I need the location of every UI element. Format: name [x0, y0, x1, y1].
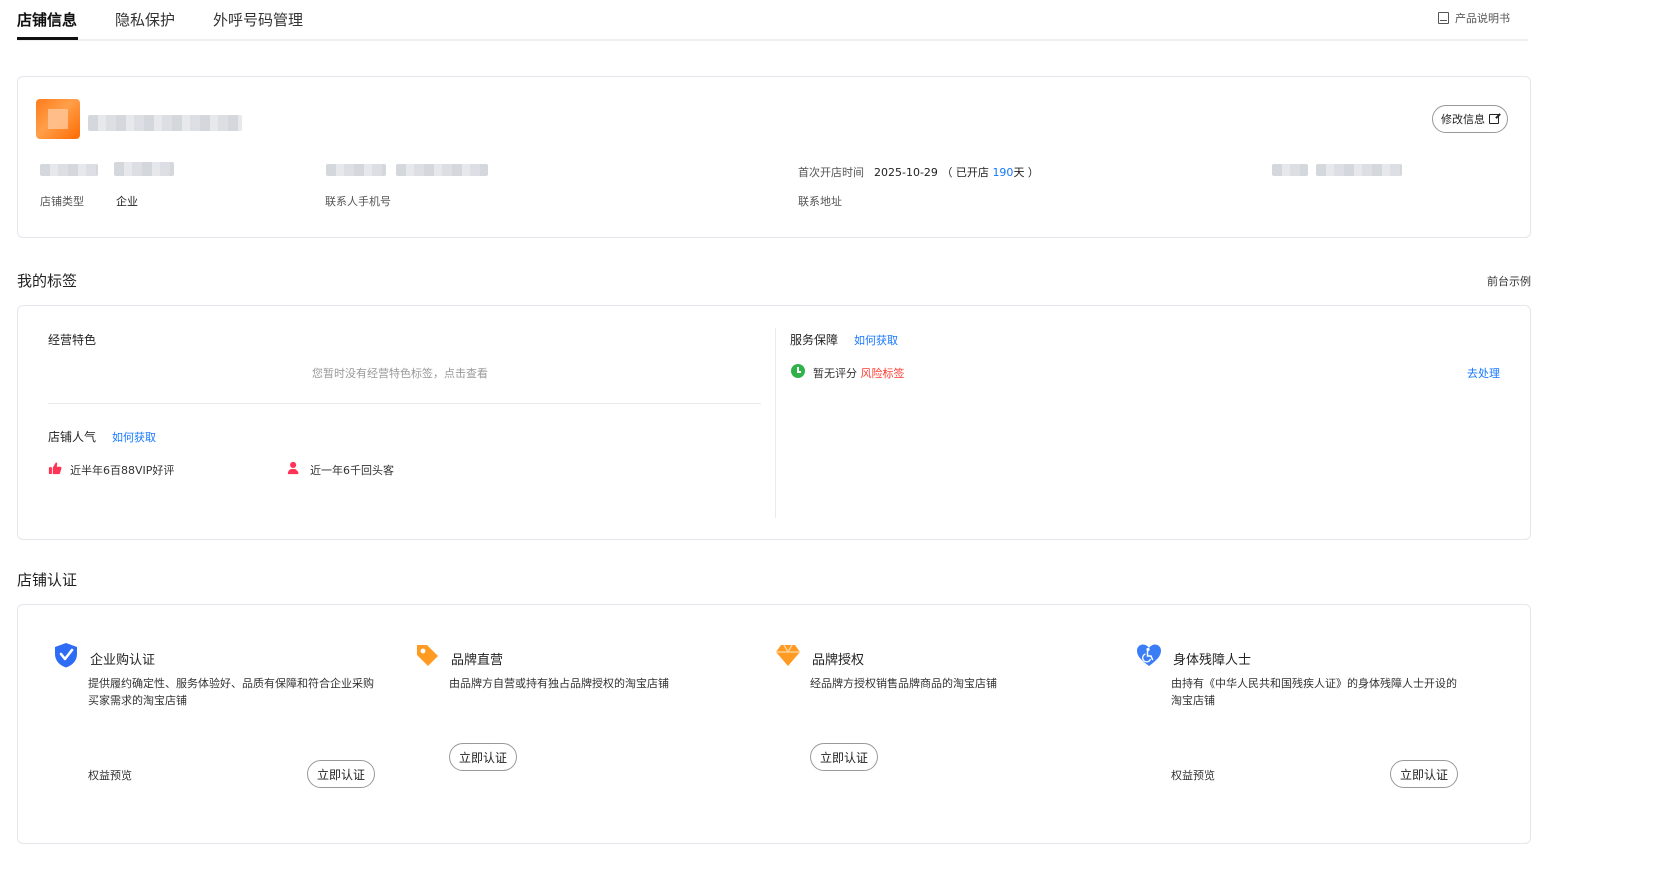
popularity-item: 近半年6百88VIP好评	[70, 464, 175, 477]
first-open-date-value: 2025-10-29	[874, 166, 938, 179]
cert-disability: 身体残障人士 由持有《中华人民共和国残疾人证》的身体残障人士开设的淘宝店铺 权益…	[1135, 641, 1465, 788]
redacted-field	[396, 164, 488, 176]
business-features-empty[interactable]: 您暂时没有经营特色标签，点击查看	[312, 365, 488, 381]
top-tabs: 店铺信息 隐私保护 外呼号码管理 产品说明书	[17, 0, 1528, 41]
shop-certification-title: 店铺认证	[17, 571, 78, 589]
open-days-prefix: （ 已开店	[941, 166, 993, 179]
tab-privacy[interactable]: 隐私保护	[115, 9, 175, 30]
risk-tag-text: 风险标签	[860, 367, 905, 380]
redacted-field	[326, 164, 386, 176]
business-features-title: 经营特色	[48, 333, 97, 347]
edit-info-label: 修改信息	[1441, 113, 1485, 126]
cert-enterprise-title: 企业购认证	[90, 653, 156, 668]
popularity-how-to-get-link[interactable]: 如何获取	[112, 429, 156, 445]
popularity-item: 近一年6千回头客	[310, 464, 394, 477]
clock-icon	[791, 364, 805, 378]
tab-shop-info[interactable]: 店铺信息	[17, 9, 77, 30]
contact-phone-label: 联系人手机号	[325, 195, 391, 208]
product-manual-label: 产品说明书	[1455, 12, 1510, 25]
tag-icon	[417, 645, 438, 666]
my-tags-title: 我的标签	[17, 272, 78, 290]
service-status-text: 暂无评分 风险标签	[813, 365, 905, 381]
edit-info-button[interactable]: 修改信息	[1432, 105, 1508, 133]
tags-card: 经营特色 您暂时没有经营特色标签，点击查看 店铺人气 如何获取 近半年6百88V…	[17, 305, 1531, 540]
cert-enterprise: 企业购认证 提供履约确定性、服务体验好、品质有保障和符合企业采购买家需求的淘宝店…	[52, 641, 382, 788]
cert-brand-direct-apply-button[interactable]: 立即认证	[449, 743, 518, 771]
cert-brand-direct-title: 品牌直营	[451, 653, 504, 668]
handle-risk-link[interactable]: 去处理	[1467, 365, 1500, 381]
heart-accessibility-icon	[1137, 644, 1161, 666]
redacted-field	[1272, 164, 1308, 176]
cert-brand-direct-desc: 由品牌方自营或持有独占品牌授权的淘宝店铺	[449, 677, 669, 690]
tab-active-indicator	[17, 37, 78, 40]
cert-disability-desc: 由持有《中华人民共和国残疾人证》的身体残障人士开设的淘宝店铺	[1171, 677, 1457, 707]
cert-brand-authorized-title: 品牌授权	[812, 653, 865, 668]
certification-card: 企业购认证 提供履约确定性、服务体验好、品质有保障和符合企业采购买家需求的淘宝店…	[17, 604, 1531, 844]
service-guarantee-title: 服务保障	[790, 333, 839, 347]
divider	[48, 403, 761, 404]
shop-name-redacted	[88, 115, 242, 131]
tab-outbound-numbers[interactable]: 外呼号码管理	[213, 9, 303, 30]
cert-enterprise-perks-link[interactable]: 权益预览	[88, 767, 132, 783]
cert-brand-authorized: 品牌授权 经品牌方授权销售品牌商品的淘宝店铺 立即认证	[774, 641, 1104, 781]
shop-type-label: 店铺类型	[40, 195, 84, 208]
popularity-title: 店铺人气	[48, 430, 97, 444]
contact-address-label: 联系地址	[798, 195, 842, 208]
cert-brand-authorized-desc: 经品牌方授权销售品牌商品的淘宝店铺	[810, 677, 997, 690]
thumbs-up-icon	[48, 462, 62, 475]
cert-enterprise-apply-button[interactable]: 立即认证	[307, 760, 376, 788]
shield-check-icon	[55, 643, 77, 668]
cert-brand-direct: 品牌直营 由品牌方自营或持有独占品牌授权的淘宝店铺 立即认证	[413, 641, 743, 781]
book-icon	[1438, 12, 1449, 24]
first-open-date: 2025-10-29 （ 已开店 190天 ）	[874, 164, 1039, 180]
external-link-icon	[1489, 114, 1499, 124]
shop-logo	[36, 99, 80, 139]
divider	[775, 328, 776, 518]
open-days-suffix: 天 ）	[1013, 166, 1039, 179]
cert-disability-perks-link[interactable]: 权益预览	[1171, 767, 1215, 783]
cert-disability-title: 身体残障人士	[1173, 653, 1252, 668]
cert-disability-apply-button[interactable]: 立即认证	[1390, 760, 1459, 788]
cert-brand-authorized-apply-button[interactable]: 立即认证	[810, 743, 879, 771]
returning-customer-icon	[287, 461, 301, 475]
redacted-field	[114, 162, 174, 176]
frontend-example-link[interactable]: 前台示例	[1487, 273, 1531, 289]
open-days-value: 190	[992, 166, 1014, 179]
no-rating-text: 暂无评分	[813, 367, 857, 380]
service-how-to-get-link[interactable]: 如何获取	[854, 332, 898, 348]
redacted-field	[1316, 164, 1402, 176]
first-open-label: 首次开店时间	[798, 166, 864, 179]
redacted-field	[40, 164, 98, 176]
product-manual-link[interactable]: 产品说明书	[1438, 10, 1510, 26]
cert-enterprise-desc: 提供履约确定性、服务体验好、品质有保障和符合企业采购买家需求的淘宝店铺	[88, 677, 374, 707]
diamond-icon	[776, 644, 800, 666]
shop-info-card: 修改信息 店铺类型 企业 联系人手机号 首次开店时间 2025-10-29 （ …	[17, 76, 1531, 238]
shop-type-value: 企业	[116, 195, 138, 208]
